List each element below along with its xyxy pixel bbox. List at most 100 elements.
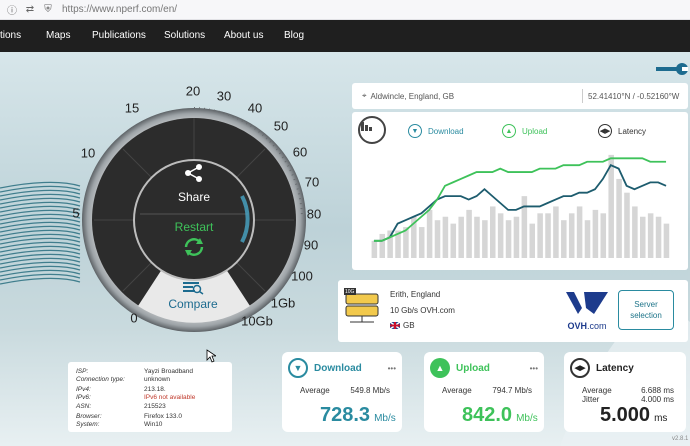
- chart-bar: [576, 206, 583, 258]
- latency-avg-label: Average: [582, 386, 612, 395]
- mouse-cursor-icon: [206, 349, 216, 363]
- download-avg-label: Average: [300, 386, 330, 395]
- gauge-tick-0: 0: [130, 310, 138, 326]
- gauge-tick-40: 40: [247, 100, 263, 116]
- chart-bar: [537, 213, 543, 258]
- chart-bar: [442, 216, 449, 258]
- restart-button[interactable]: Restart: [175, 220, 214, 234]
- version-label: v2.8.1: [672, 436, 689, 442]
- chart-bar: [568, 213, 575, 258]
- gauge-tick-10gb: 10Gb: [241, 313, 273, 329]
- latency-value: 5.000 ms: [600, 404, 668, 426]
- gauge-tick-80: 80: [306, 206, 322, 222]
- system-row: System: Win10: [76, 421, 163, 428]
- chart-bar: [458, 216, 464, 258]
- chart-bar: [418, 227, 425, 258]
- chart-bar: [466, 209, 472, 258]
- gauge-tick-70: 70: [304, 174, 320, 190]
- series-line-upload: [373, 157, 667, 242]
- chart-bar: [608, 154, 614, 258]
- gauge-tick-15: 15: [124, 100, 140, 116]
- chart-bar: [640, 216, 646, 258]
- isp-row: ISP: Yayzi Broadband: [76, 368, 194, 375]
- gauge-tick-90: 90: [303, 237, 319, 253]
- nav-item-maps[interactable]: Maps: [46, 30, 70, 41]
- latency-card: ◀▶ Latency Average 6.688 ms Jitter 4.000…: [564, 352, 686, 432]
- nav-item-blog[interactable]: Blog: [284, 30, 304, 41]
- chart-bar: [584, 220, 591, 258]
- chart-bar: [379, 233, 385, 258]
- map-pin-icon: ⌖: [362, 91, 367, 100]
- upload-title: Upload: [456, 362, 490, 374]
- nav-item-publications[interactable]: Publications: [92, 30, 146, 41]
- chart-bar: [482, 220, 488, 258]
- upload-avg-value: 794.7 Mb/s: [492, 386, 532, 395]
- download-title: Download: [314, 362, 362, 374]
- latency-icon: ◀▶: [598, 124, 612, 138]
- permissions-icon[interactable]: ⇄: [24, 4, 36, 16]
- chart-bar: [632, 206, 638, 258]
- wrench-icon[interactable]: [656, 62, 688, 76]
- server-location: Erith, England: [390, 290, 441, 299]
- gauge-tick-1gb: 1Gb: [270, 295, 296, 311]
- chart-toggle-icon[interactable]: [358, 116, 386, 144]
- ipv6-row: IPv6: IPv6 not available: [76, 394, 196, 401]
- latency-jitter-label: Jitter: [582, 395, 600, 404]
- browser-row: Browser: Firefox 133.0: [76, 413, 182, 420]
- upload-card: ▲ Upload ••• Average 794.7 Mb/s 842.0 Mb/…: [424, 352, 544, 432]
- gauge-tick-5: 5: [72, 205, 80, 221]
- upload-more-icon[interactable]: •••: [530, 364, 538, 373]
- chart-bar: [529, 223, 535, 258]
- chart-bar: [497, 213, 504, 258]
- legend-upload[interactable]: ▲ Upload: [502, 124, 547, 138]
- download-avg-value: 549.8 Mb/s: [350, 386, 390, 395]
- chart-bar: [490, 206, 496, 258]
- server-badge: 10G: [345, 289, 355, 295]
- legend-download[interactable]: ▼ Download: [408, 124, 464, 138]
- upload-avg-label: Average: [442, 386, 472, 395]
- nav-item-solutions-partial[interactable]: tions: [0, 30, 21, 41]
- chart-bar: [505, 220, 512, 258]
- restart-icon[interactable]: [182, 236, 206, 258]
- download-arrow-icon: ▼: [408, 124, 422, 138]
- chart-bar: [561, 220, 567, 258]
- share-icon[interactable]: [184, 163, 204, 183]
- upload-arrow-icon: ▲: [502, 124, 516, 138]
- compare-icon[interactable]: [182, 281, 204, 295]
- gauge-tick-60: 60: [292, 144, 308, 160]
- page-info-icon[interactable]: ⓘ: [6, 4, 18, 17]
- latency-card-icon: ◀▶: [570, 358, 590, 378]
- chart-bar: [600, 213, 607, 258]
- upload-card-icon: ▲: [430, 358, 450, 378]
- browser-url-bar[interactable]: ⓘ ⇄ ⛨ https://www.nperf.com/en/: [0, 0, 690, 20]
- url-text[interactable]: https://www.nperf.com/en/: [62, 4, 177, 15]
- download-card: ▼ Download ••• Average 549.8 Mb/s 728.3 M…: [282, 352, 402, 432]
- compare-button[interactable]: Compare: [168, 297, 217, 311]
- chart-bar: [592, 209, 599, 258]
- location-coords: 52.41410°N / -0.52160°W: [588, 91, 680, 101]
- gauge-tick-30: 30: [216, 88, 232, 104]
- speed-chart: ▼ Download ▲ Upload ◀▶ Latency: [352, 112, 688, 270]
- location-bar: ⌖ Aldwincle, England, GB 52.41410°N / -0…: [352, 83, 688, 109]
- server-selection-button[interactable]: Server selection: [618, 290, 674, 330]
- chart-bar: [521, 196, 528, 258]
- site-nav: tions Maps Publications Solutions About …: [0, 20, 690, 52]
- server-panel: 10G Erith, England 10 Gb/s OVH.com GB OV…: [338, 280, 688, 342]
- gauge-tick-20: 20: [185, 83, 201, 99]
- isp-info-panel: ISP: Yayzi Broadband Connection type: unkn…: [68, 362, 232, 432]
- legend-latency[interactable]: ◀▶ Latency: [598, 124, 646, 138]
- latency-jitter-value: 4.000 ms: [641, 395, 674, 404]
- uk-flag-icon: [390, 322, 400, 329]
- ipv4-row: IPv4: 213.18.: [76, 386, 166, 393]
- download-more-icon[interactable]: •••: [388, 364, 396, 373]
- nav-item-solutions[interactable]: Solutions: [164, 30, 205, 41]
- chart-bar: [434, 220, 441, 258]
- nav-item-about-us[interactable]: About us: [224, 30, 263, 41]
- tracking-shield-icon[interactable]: ⛨: [42, 4, 54, 16]
- chart-bar: [545, 213, 551, 258]
- gauge-tick-100: 100: [291, 268, 313, 284]
- gauge-tick-10: 10: [80, 145, 96, 161]
- share-button[interactable]: Share: [178, 190, 210, 204]
- latency-title: Latency: [596, 362, 634, 374]
- location-city: ⌖ Aldwincle, England, GB: [362, 91, 455, 101]
